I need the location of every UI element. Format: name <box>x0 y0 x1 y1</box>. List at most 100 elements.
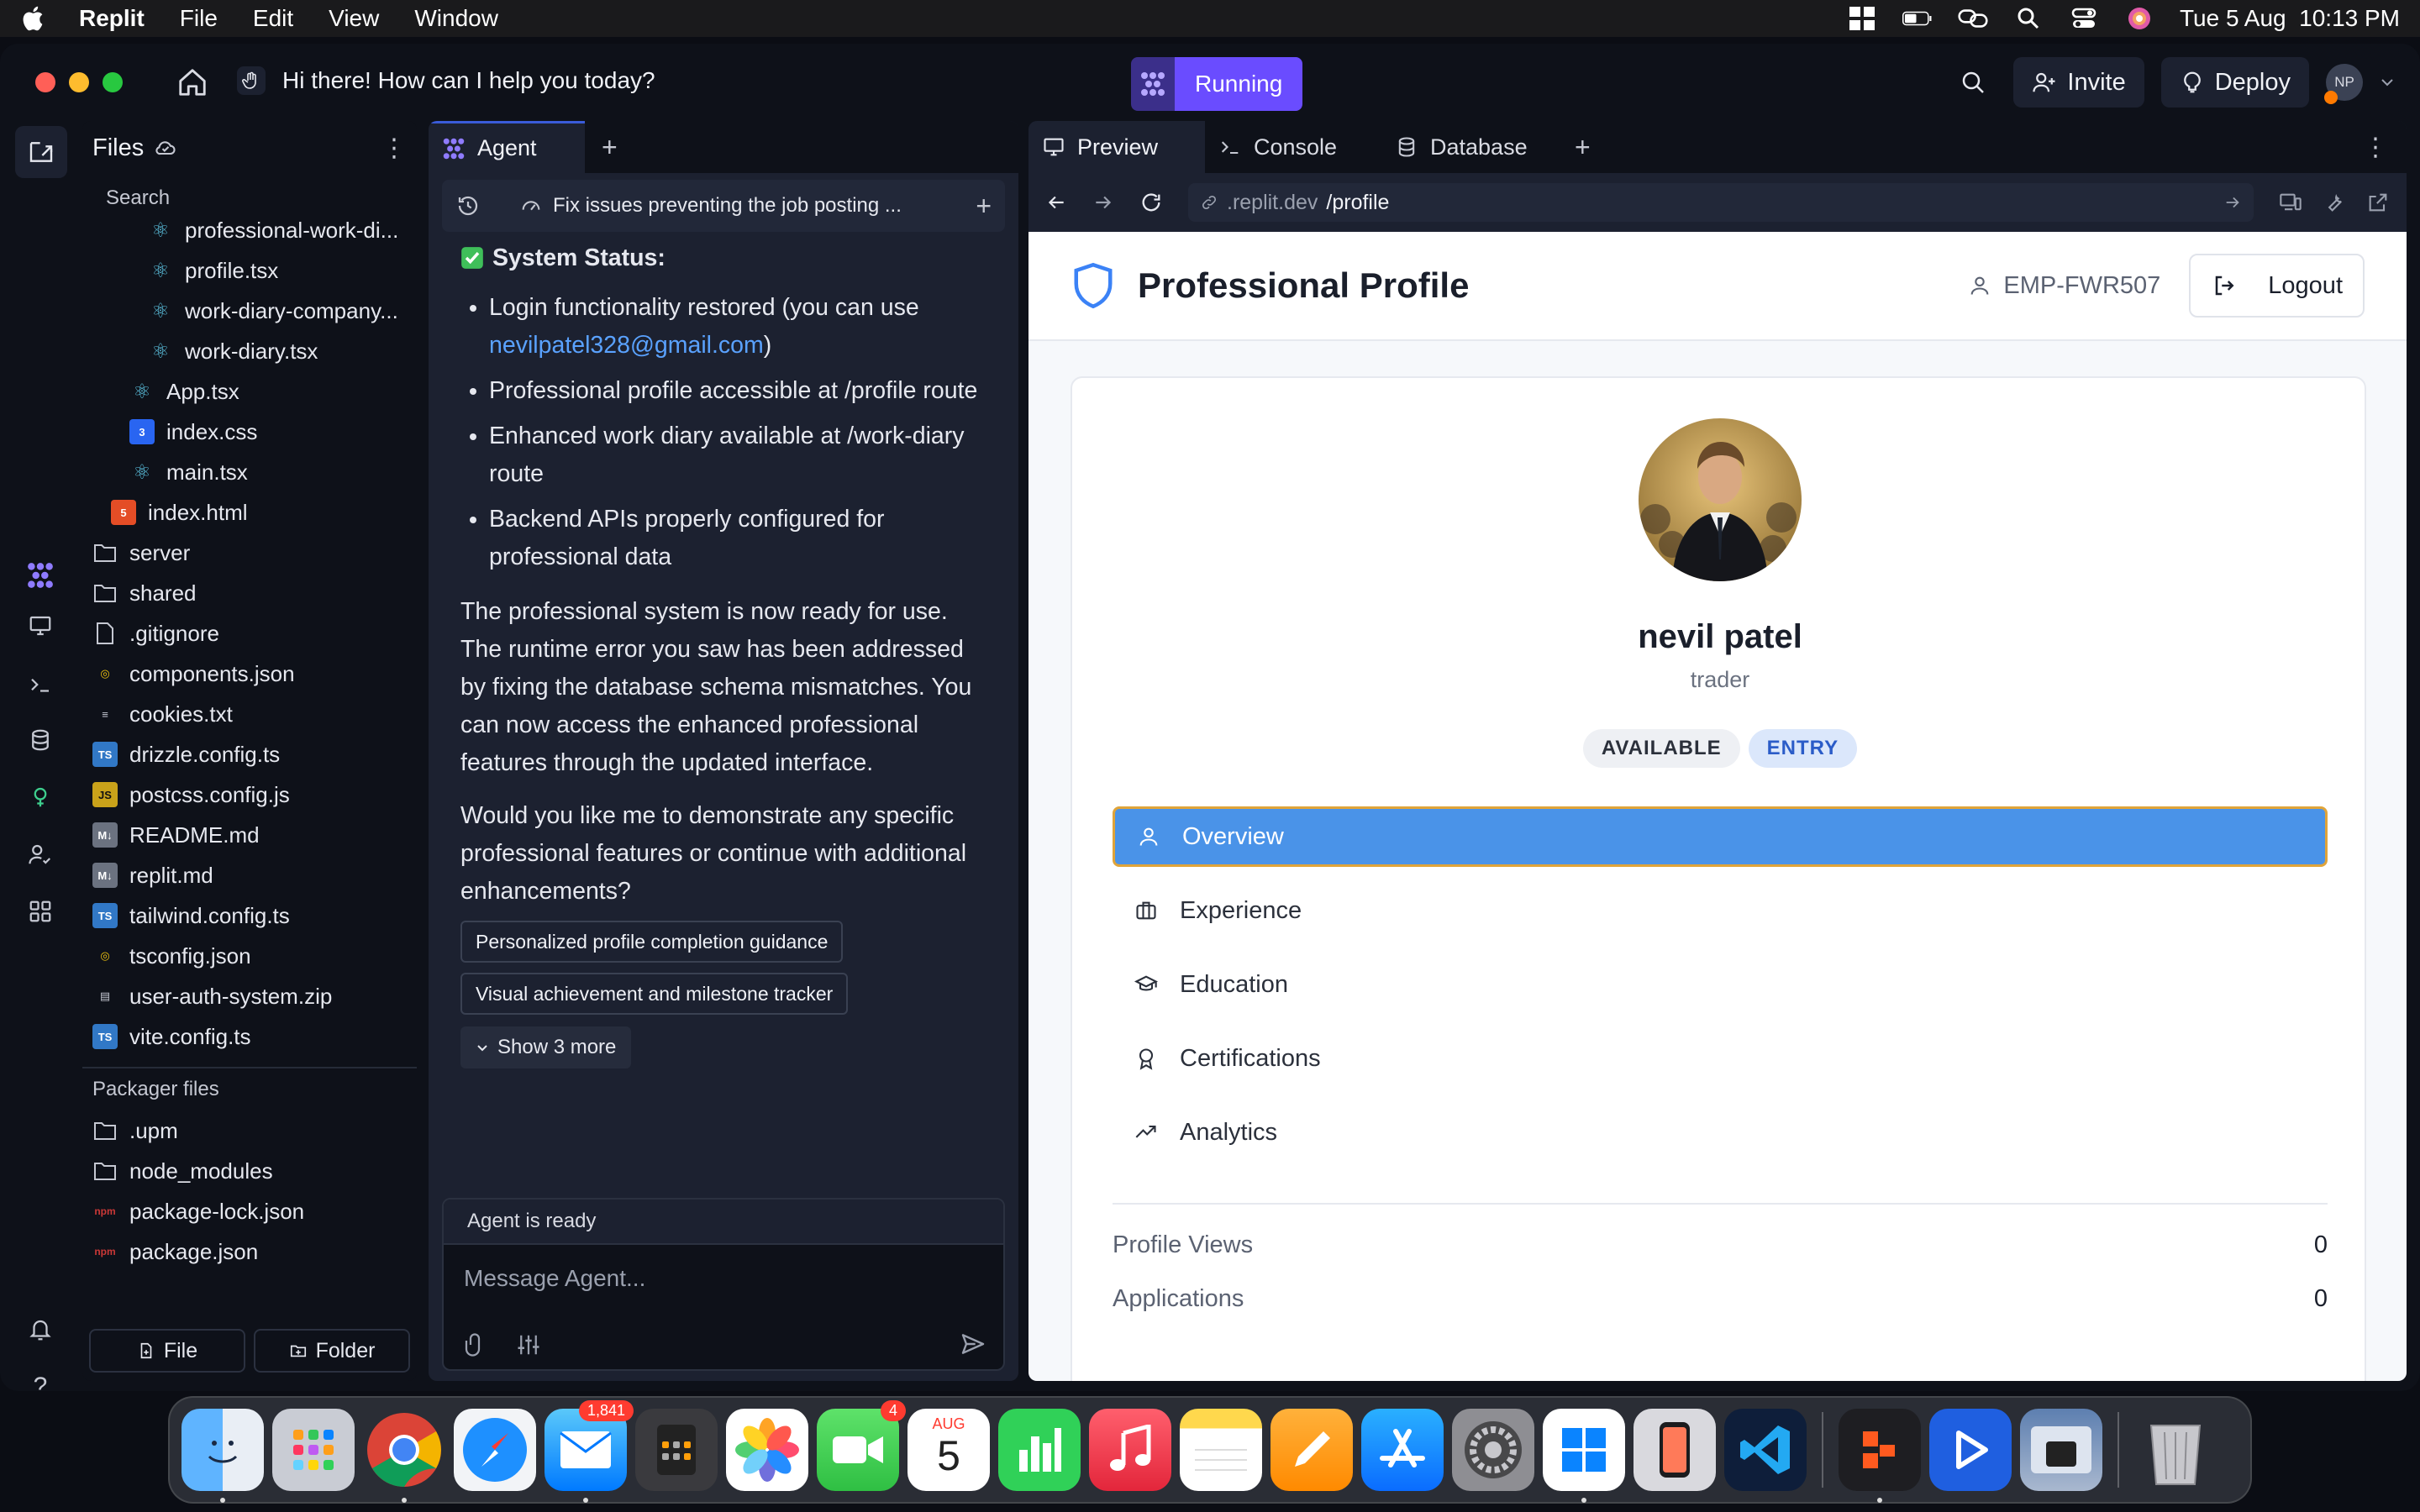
user-settings-tool-icon[interactable] <box>23 837 58 872</box>
file-tree-item[interactable]: M↓ README.md <box>82 815 417 855</box>
file-tree-item[interactable]: ⚛ work-diary-company... <box>82 291 417 331</box>
menu-edit[interactable]: Edit <box>253 5 293 32</box>
history-icon[interactable] <box>455 193 481 218</box>
dock-pages[interactable] <box>1270 1409 1353 1491</box>
email-link[interactable]: nevilpatel328@gmail.com <box>489 332 764 359</box>
database-tool-icon[interactable] <box>23 722 58 758</box>
file-tree-item[interactable]: npm package-lock.json <box>82 1191 417 1231</box>
dock-recent-app[interactable] <box>1839 1409 1921 1503</box>
user-avatar[interactable]: NP <box>2324 64 2363 104</box>
file-tree-item[interactable]: .upm <box>82 1110 417 1151</box>
file-tree-item[interactable]: TS vite.config.ts <box>82 1016 417 1057</box>
file-tree-item[interactable]: node_modules <box>82 1151 417 1191</box>
go-arrow-icon[interactable] <box>2223 193 2242 212</box>
nav-certifications[interactable]: Certifications <box>1113 1028 2328 1089</box>
suggestion-chip[interactable]: Visual achievement and milestone tracker <box>460 973 849 1015</box>
file-tree-item[interactable]: .gitignore <box>82 613 417 654</box>
dock-calendar[interactable]: AUG 5 <box>908 1409 990 1491</box>
file-tree-item[interactable]: ⚛ work-diary.tsx <box>82 331 417 371</box>
paperclip-icon[interactable] <box>462 1332 487 1357</box>
dock-chrome[interactable] <box>363 1409 445 1503</box>
new-pane-plus-icon[interactable]: + <box>1575 132 1591 163</box>
dock-system-settings[interactable] <box>1452 1409 1534 1491</box>
dock-mail[interactable]: 1,841 <box>544 1400 634 1503</box>
all-tools-icon[interactable] <box>23 894 58 929</box>
files-menu-icon[interactable]: ⋮ <box>381 134 407 163</box>
dock-finder[interactable] <box>182 1409 264 1503</box>
show-more-button[interactable]: Show 3 more <box>460 1026 632 1068</box>
back-arrow-icon[interactable] <box>1045 192 1067 213</box>
chevron-down-icon[interactable] <box>2380 75 2395 90</box>
sliders-icon[interactable] <box>516 1332 541 1357</box>
wrench-icon[interactable] <box>2323 191 2346 214</box>
new-tab-plus-icon[interactable]: + <box>602 132 618 163</box>
menubar-clock[interactable]: Tue 5 Aug 10:13 PM <box>2180 5 2400 32</box>
file-tree-item[interactable]: ⚛ professional-work-di... <box>82 222 417 250</box>
preview-tool-icon[interactable] <box>23 608 58 643</box>
dock-iphone-mirroring[interactable] <box>1634 1409 1716 1491</box>
devices-icon[interactable] <box>2279 191 2302 214</box>
file-tree-item[interactable]: 5 index.html <box>82 492 417 533</box>
deploy-button[interactable]: Deploy <box>2160 57 2309 108</box>
menu-file[interactable]: File <box>180 5 218 32</box>
dock-calculator[interactable] <box>635 1409 718 1491</box>
dock-windows-app[interactable] <box>1543 1409 1625 1503</box>
file-tree-item[interactable]: npm package.json <box>82 1231 417 1272</box>
control-center-icon[interactable] <box>2069 6 2099 31</box>
file-tree-item[interactable]: M↓ replit.md <box>82 855 417 895</box>
tab-console[interactable]: Console <box>1205 121 1381 173</box>
apple-icon[interactable] <box>20 4 49 33</box>
run-status-button[interactable]: Running <box>1131 57 1303 111</box>
forward-arrow-icon[interactable] <box>1092 192 1114 213</box>
open-external-icon[interactable] <box>2366 191 2390 214</box>
spotlight-search-icon[interactable] <box>2013 6 2044 31</box>
home-icon[interactable] <box>176 66 208 98</box>
menu-view[interactable]: View <box>329 5 379 32</box>
dock-facetime[interactable]: 4 <box>817 1400 906 1491</box>
message-agent-input[interactable]: Message Agent... <box>444 1245 1003 1312</box>
file-tree-item[interactable]: ⚛ App.tsx <box>82 371 417 412</box>
file-tree-item[interactable]: ◎ tsconfig.json <box>82 936 417 976</box>
nav-overview[interactable]: Overview <box>1113 806 2328 867</box>
window-tiling-icon[interactable] <box>1847 6 1877 31</box>
search-icon[interactable] <box>1949 59 1996 106</box>
battery-icon[interactable] <box>1902 6 1933 31</box>
dock-preview-image[interactable] <box>2020 1409 2102 1491</box>
files-search-input[interactable]: Search <box>89 178 410 218</box>
file-tree-item[interactable]: ⚛ profile.tsx <box>82 250 417 291</box>
dock-music[interactable] <box>1089 1409 1171 1491</box>
dock-vscode[interactable] <box>1724 1409 1807 1491</box>
new-file-button[interactable]: File <box>89 1329 245 1373</box>
dock-notes[interactable] <box>1180 1409 1262 1491</box>
tab-database[interactable]: Database <box>1381 121 1558 173</box>
file-tree-item[interactable]: ◎ components.json <box>82 654 417 694</box>
dock-screen-recorder[interactable] <box>1929 1409 2012 1491</box>
suggestion-chip[interactable]: Personalized profile completion guidance <box>460 921 844 963</box>
file-tree-item[interactable]: shared <box>82 573 417 613</box>
dock-launchpad[interactable] <box>272 1409 355 1491</box>
screen-mirroring-icon[interactable] <box>1958 6 1988 31</box>
dock-trash[interactable] <box>2134 1409 2217 1491</box>
reload-icon[interactable] <box>1139 191 1163 214</box>
new-folder-button[interactable]: Folder <box>254 1329 410 1373</box>
tab-preview[interactable]: Preview <box>1028 121 1205 173</box>
logout-button[interactable]: Logout <box>2189 254 2365 318</box>
file-tree-item[interactable]: JS postcss.config.js <box>82 774 417 815</box>
invite-button[interactable]: Invite <box>2013 57 2144 108</box>
dock-photos[interactable] <box>726 1409 808 1491</box>
file-tree-item[interactable]: server <box>82 533 417 573</box>
file-tree-toggle-icon[interactable] <box>15 126 67 178</box>
close-window-button[interactable] <box>35 72 55 92</box>
pane-menu-icon[interactable]: ⋮ <box>2363 133 2388 162</box>
git-tool-icon[interactable] <box>23 780 58 815</box>
new-thread-plus-icon[interactable]: + <box>976 191 992 222</box>
zoom-window-button[interactable] <box>103 72 123 92</box>
menu-app-name[interactable]: Replit <box>79 5 145 32</box>
shell-tool-icon[interactable] <box>23 667 58 702</box>
nav-education[interactable]: Education <box>1113 954 2328 1015</box>
file-tree-item[interactable]: TS tailwind.config.ts <box>82 895 417 936</box>
thread-title[interactable]: Fix issues preventing the job posting ..… <box>519 194 902 218</box>
agent-prompt-title[interactable]: Hi there! How can I help you today? <box>237 66 655 95</box>
nav-analytics[interactable]: Analytics <box>1113 1102 2328 1163</box>
file-tree-item[interactable]: ≡ cookies.txt <box>82 694 417 734</box>
